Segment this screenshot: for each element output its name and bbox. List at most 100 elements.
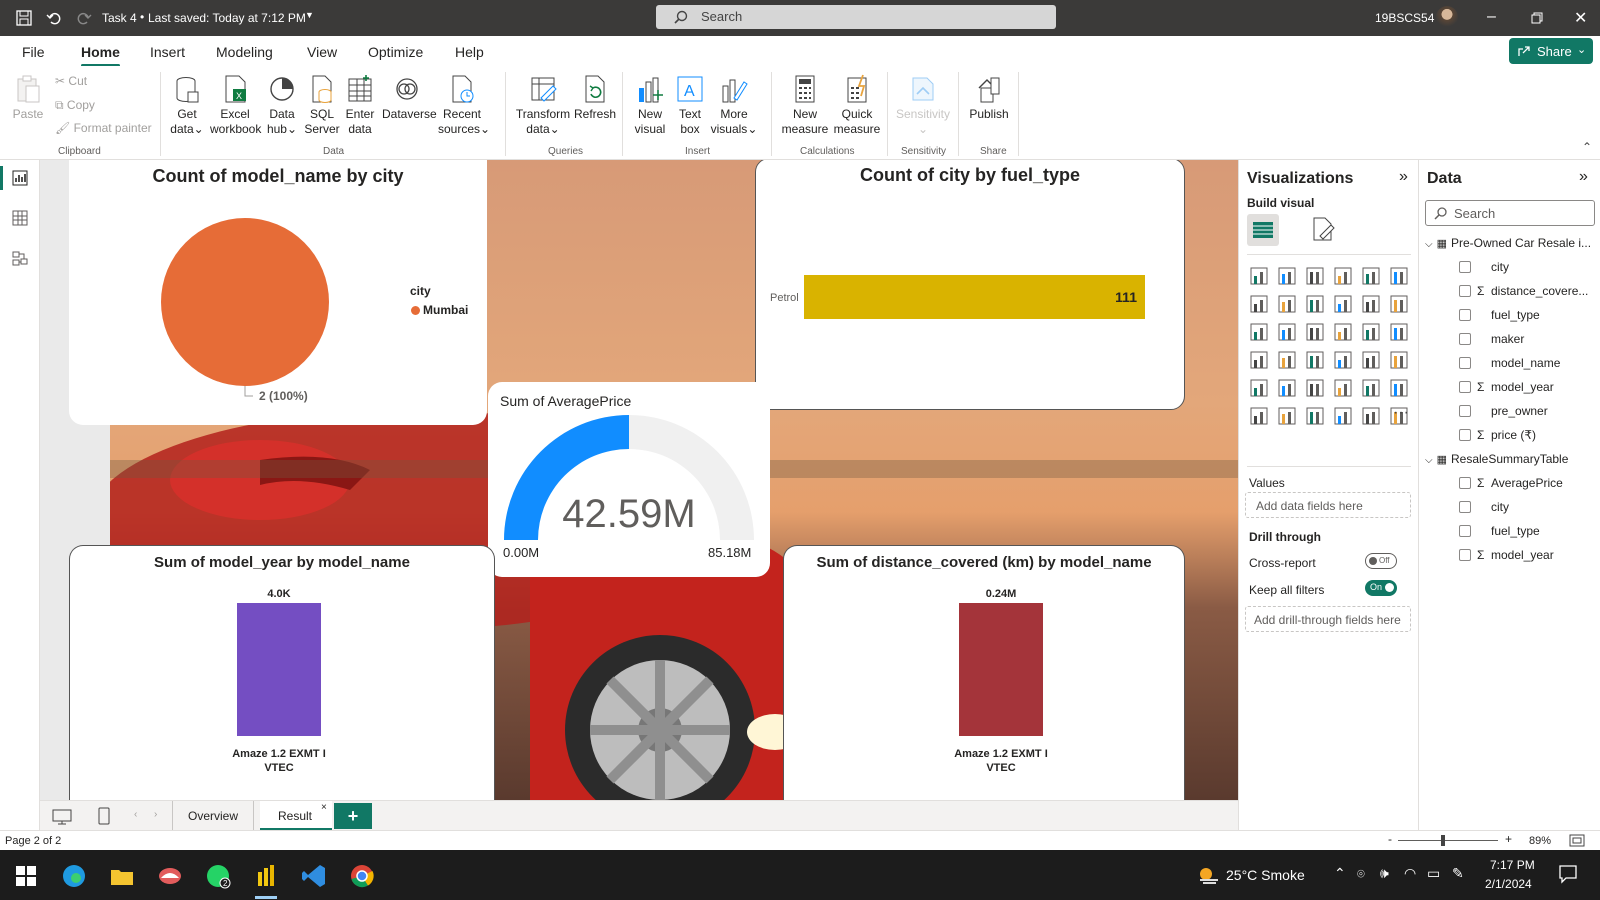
build-visual-tab[interactable] bbox=[1247, 214, 1279, 246]
field-checkbox[interactable] bbox=[1459, 405, 1471, 417]
field-item[interactable]: Σprice (₹) bbox=[1459, 428, 1599, 448]
menu-optimize[interactable]: Optimize bbox=[368, 44, 423, 60]
azure-map-icon[interactable] bbox=[1305, 350, 1325, 370]
menu-view[interactable]: View bbox=[307, 44, 337, 60]
field-checkbox[interactable] bbox=[1459, 333, 1471, 345]
sql-server-button[interactable]: SQL Server bbox=[304, 74, 340, 137]
table-view-icon[interactable] bbox=[12, 210, 28, 226]
zoom-thumb[interactable] bbox=[1441, 835, 1445, 846]
format-visual-icon[interactable] bbox=[1311, 216, 1335, 242]
values-drop-zone[interactable]: Add data fields here bbox=[1245, 492, 1411, 518]
format-painter-button[interactable]: 🖌 Format painter bbox=[55, 121, 152, 135]
chevron-down-icon[interactable]: ⌵ bbox=[1425, 455, 1433, 466]
map-icon[interactable] bbox=[1389, 322, 1409, 342]
add-page-button[interactable]: + bbox=[334, 803, 372, 829]
field-item[interactable]: city bbox=[1459, 260, 1599, 280]
pie-icon[interactable] bbox=[1305, 322, 1325, 342]
chevron-up-icon[interactable]: ⌃ bbox=[1334, 865, 1346, 882]
distance-bar-card[interactable]: Sum of distance_covered (km) by model_na… bbox=[783, 545, 1185, 800]
field-item[interactable]: Σ AveragePrice bbox=[1459, 476, 1599, 496]
cross-report-toggle[interactable]: Off bbox=[1365, 553, 1397, 569]
share-button[interactable]: Share ⌄ bbox=[1509, 38, 1593, 64]
card-icon[interactable] bbox=[1361, 350, 1381, 370]
shape-map-icon[interactable] bbox=[1277, 350, 1297, 370]
scroll-left-icon[interactable]: ‹ bbox=[134, 809, 137, 820]
wifi-icon[interactable]: ◠ bbox=[1404, 865, 1416, 882]
bar-0[interactable] bbox=[237, 603, 321, 736]
copy-button[interactable]: ⧉ Copy bbox=[55, 98, 95, 113]
clock-time[interactable]: 7:17 PM bbox=[1490, 858, 1535, 872]
field-checkbox[interactable] bbox=[1459, 357, 1471, 369]
field-checkbox[interactable] bbox=[1459, 525, 1471, 537]
model-year-bar-card[interactable]: Sum of model_year by model_name 4.0K Amaz… bbox=[69, 545, 495, 800]
gauge-icon[interactable] bbox=[1333, 350, 1353, 370]
chevron-down-icon[interactable]: ▼ bbox=[305, 10, 314, 20]
fuel-type-bar-card[interactable]: Count of city by fuel_type Petrol 111 bbox=[755, 160, 1185, 410]
power-bi-icon[interactable] bbox=[252, 862, 280, 890]
notifications-icon[interactable] bbox=[1558, 864, 1578, 884]
100-bar-icon[interactable] bbox=[1361, 266, 1381, 286]
treemap-icon[interactable] bbox=[1361, 322, 1381, 342]
meet-icon[interactable]: ⌾ bbox=[1357, 866, 1365, 882]
bar-petrol[interactable] bbox=[804, 275, 1145, 319]
bar-0[interactable] bbox=[959, 603, 1043, 736]
quick-measure-button[interactable]: Quick measure bbox=[832, 74, 882, 137]
pie-chart-card[interactable]: Count of model_name by city 2 (100%) cit… bbox=[69, 160, 487, 425]
get-data-button[interactable]: Get data⌄ bbox=[168, 74, 206, 137]
report-view-icon[interactable] bbox=[12, 170, 28, 186]
dataverse-button[interactable]: Dataverse bbox=[382, 74, 437, 122]
matrix-icon[interactable] bbox=[1333, 378, 1353, 398]
refresh-button[interactable]: Refresh bbox=[574, 74, 616, 122]
menu-modeling[interactable]: Modeling bbox=[216, 44, 273, 60]
zoom-slider[interactable] bbox=[1398, 840, 1498, 841]
slicer-icon[interactable] bbox=[1277, 378, 1297, 398]
field-item[interactable]: fuel_type bbox=[1459, 308, 1599, 328]
waterfall-icon[interactable] bbox=[1361, 294, 1381, 314]
scatter-icon[interactable] bbox=[1277, 322, 1297, 342]
ribbon-icon[interactable] bbox=[1333, 294, 1353, 314]
tab-overview[interactable]: Overview bbox=[172, 801, 254, 831]
zoom-out-icon[interactable]: - bbox=[1388, 832, 1392, 846]
pen-icon[interactable]: ✎ bbox=[1452, 865, 1464, 882]
data-hub-button[interactable]: Data hub⌄ bbox=[264, 74, 300, 137]
menu-help[interactable]: Help bbox=[455, 44, 484, 60]
volume-icon[interactable]: 🕪 bbox=[1380, 865, 1389, 882]
100-column-icon[interactable] bbox=[1389, 266, 1409, 286]
chrome-icon[interactable] bbox=[348, 862, 376, 890]
excel-workbook-button[interactable]: X Excel workbook bbox=[210, 74, 261, 137]
field-item[interactable]: model_name bbox=[1459, 356, 1599, 376]
field-checkbox[interactable] bbox=[1459, 549, 1471, 561]
battery-icon[interactable]: ▭ bbox=[1427, 865, 1440, 882]
model-view-icon[interactable] bbox=[12, 250, 28, 266]
more-visuals-button[interactable]: More visuals⌄ bbox=[710, 74, 758, 137]
mobile-layout-icon[interactable] bbox=[98, 807, 110, 825]
search-box[interactable]: Search bbox=[656, 5, 1056, 29]
qa-icon[interactable] bbox=[1305, 406, 1325, 426]
redo-icon[interactable] bbox=[76, 10, 92, 26]
clustered-bar-icon[interactable] bbox=[1305, 266, 1325, 286]
avatar[interactable] bbox=[1436, 6, 1458, 28]
close-icon[interactable]: ✕ bbox=[1574, 8, 1587, 28]
menu-home[interactable]: Home bbox=[81, 44, 120, 67]
tab-result[interactable]: Result × bbox=[260, 801, 332, 831]
vscode-icon[interactable] bbox=[300, 862, 328, 890]
table-icon[interactable] bbox=[1305, 378, 1325, 398]
cut-button[interactable]: ✂ Cut bbox=[55, 74, 87, 88]
data-search-input[interactable]: Search bbox=[1425, 200, 1595, 226]
undo-icon[interactable] bbox=[46, 10, 62, 26]
pie-slice-mumbai[interactable] bbox=[161, 218, 329, 386]
stacked-area-icon[interactable] bbox=[1305, 294, 1325, 314]
field-checkbox[interactable] bbox=[1459, 309, 1471, 321]
clock-date[interactable]: 2/1/2024 bbox=[1485, 877, 1532, 891]
field-item[interactable]: pre_owner bbox=[1459, 404, 1599, 424]
file-explorer-icon[interactable] bbox=[108, 862, 136, 890]
line-icon[interactable] bbox=[1249, 294, 1269, 314]
paste-button[interactable]: Paste bbox=[10, 74, 46, 122]
chevron-down-icon[interactable]: ⌵ bbox=[1425, 239, 1433, 250]
menu-file[interactable]: File bbox=[22, 44, 45, 60]
r-visual-icon[interactable] bbox=[1361, 378, 1381, 398]
filled-map-icon[interactable] bbox=[1249, 350, 1269, 370]
python-visual-icon[interactable] bbox=[1389, 378, 1409, 398]
text-box-button[interactable]: A Text box bbox=[672, 74, 708, 137]
area-icon[interactable] bbox=[1277, 294, 1297, 314]
